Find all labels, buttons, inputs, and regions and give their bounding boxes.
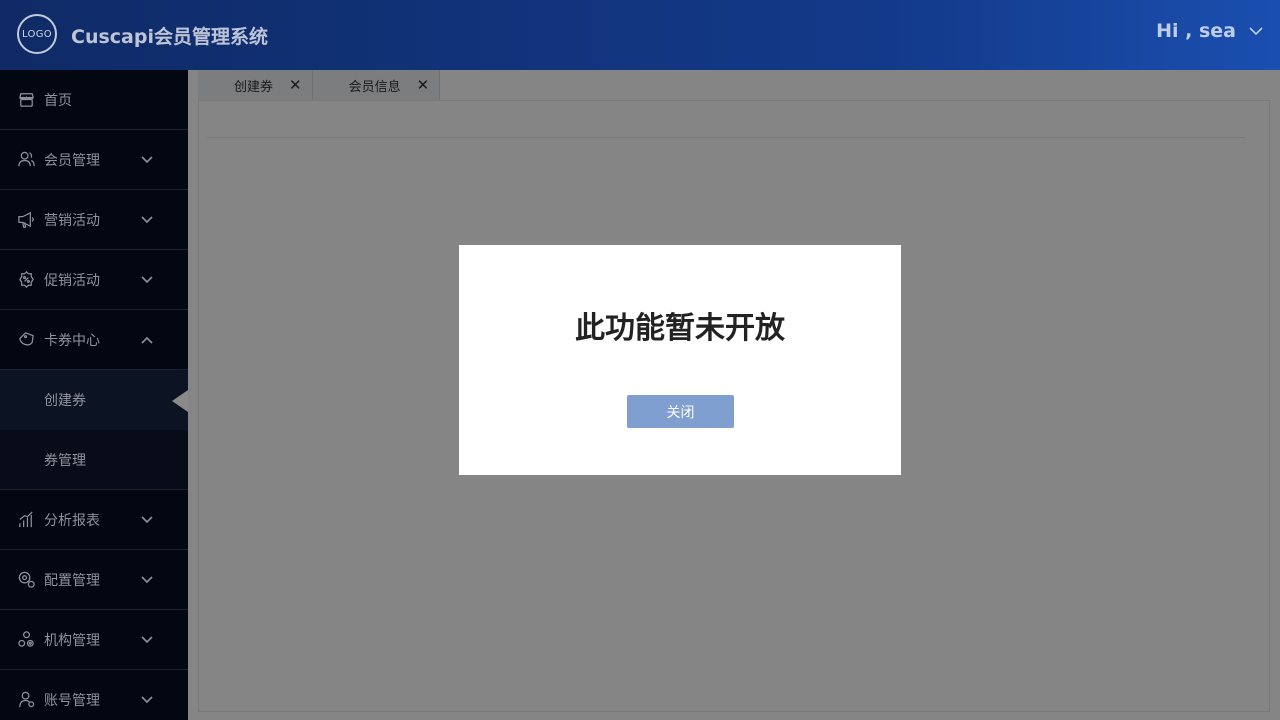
sidebar-subitem-label: 创建券 <box>44 393 86 409</box>
top-header: LOGO Cuscapi会员管理系统 Hi , sea <box>0 0 1280 70</box>
sidebar-subitem-coupon-management[interactable]: 券管理 <box>0 430 188 490</box>
sidebar-item-label: 账号管理 <box>44 692 100 709</box>
sidebar-item-label: 分析报表 <box>44 512 100 529</box>
modal-message: 此功能暂未开放 <box>575 311 785 346</box>
sidebar-item-label: 首页 <box>44 92 72 109</box>
chevron-down-icon <box>140 633 154 647</box>
sidebar-item-label: 配置管理 <box>44 572 100 589</box>
sidebar-item-label: 营销活动 <box>44 212 100 229</box>
logo: LOGO <box>17 14 57 54</box>
org-icon <box>16 630 36 650</box>
user-menu[interactable]: Hi , sea <box>1156 20 1264 42</box>
sidebar-subitem-label: 券管理 <box>44 452 86 469</box>
chart-icon <box>16 510 36 530</box>
sidebar-item-label: 会员管理 <box>44 152 100 169</box>
store-icon <box>16 90 36 110</box>
coupon-icon <box>16 330 36 350</box>
sidebar-item-accounts[interactable]: 账号管理 <box>0 670 188 720</box>
sidebar-item-coupon-center[interactable]: 卡券中心 <box>0 310 188 370</box>
sidebar-item-reports[interactable]: 分析报表 <box>0 490 188 550</box>
app-title: Cuscapi会员管理系统 <box>71 26 268 48</box>
account-icon <box>16 690 36 710</box>
sidebar-item-config[interactable]: 配置管理 <box>0 550 188 610</box>
modal-dialog: 此功能暂未开放 关闭 <box>459 245 901 475</box>
settings-icon <box>16 570 36 590</box>
sidebar-item-home[interactable]: 首页 <box>0 70 188 130</box>
sidebar-item-organization[interactable]: 机构管理 <box>0 610 188 670</box>
active-indicator <box>172 390 188 412</box>
sidebar-item-label: 促销活动 <box>44 272 100 289</box>
sidebar: 首页 会员管理 营销活动 促销活动 卡券中心 创建券 券管理 分析报表 配置管理… <box>0 70 188 720</box>
sidebar-item-members[interactable]: 会员管理 <box>0 130 188 190</box>
sidebar-item-label: 机构管理 <box>44 632 100 649</box>
chevron-down-icon <box>140 213 154 227</box>
chevron-down-icon <box>140 153 154 167</box>
promo-badge-icon <box>16 270 36 290</box>
chevron-down-icon <box>140 513 154 527</box>
sidebar-item-promotions[interactable]: 促销活动 <box>0 250 188 310</box>
chevron-down-icon <box>140 273 154 287</box>
sidebar-item-marketing[interactable]: 营销活动 <box>0 190 188 250</box>
user-greeting: Hi , sea <box>1156 20 1236 42</box>
users-icon <box>16 150 36 170</box>
chevron-up-icon <box>140 333 154 347</box>
chevron-down-icon <box>1249 27 1263 36</box>
sidebar-item-label: 卡券中心 <box>44 332 100 349</box>
sidebar-subitem-create-coupon[interactable]: 创建券 <box>0 370 188 430</box>
chevron-down-icon <box>140 573 154 587</box>
chevron-down-icon <box>140 693 154 707</box>
close-button[interactable]: 关闭 <box>627 395 734 428</box>
megaphone-icon <box>16 210 36 230</box>
